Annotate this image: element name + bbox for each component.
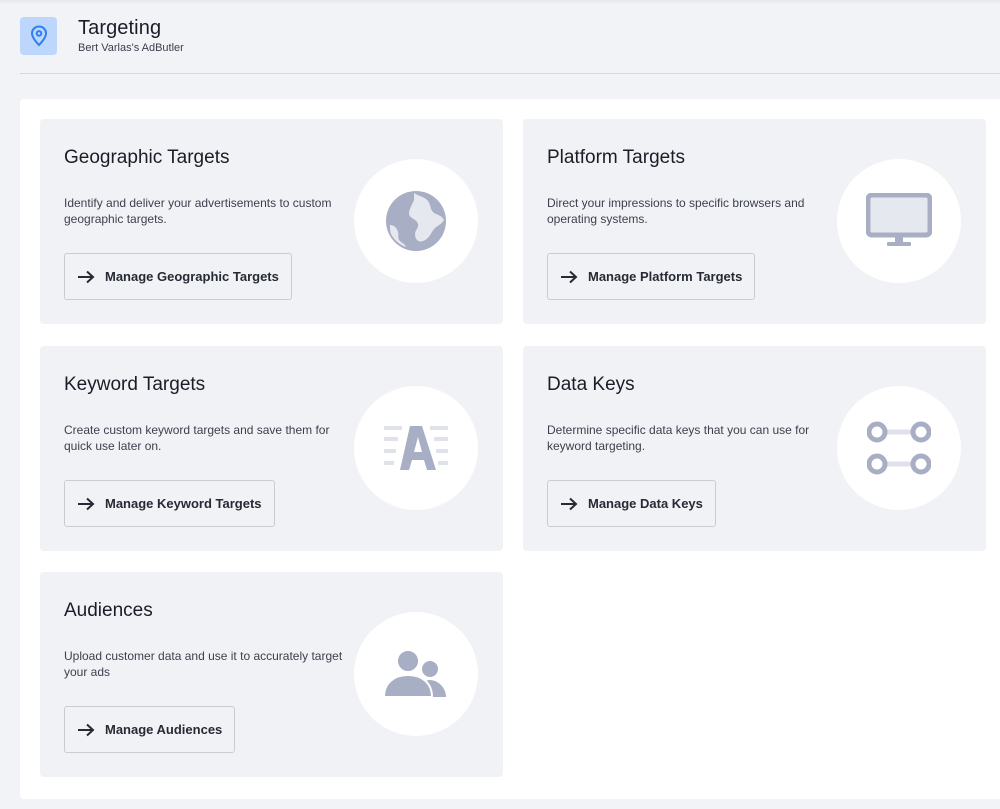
card-description: Identify and deliver your advertisements… xyxy=(64,196,332,226)
page-title: Targeting xyxy=(78,17,162,39)
manage-geographic-targets-button[interactable]: Manage Geographic Targets xyxy=(64,253,292,300)
card-geographic-targets: Geographic Targets Identify and deliver … xyxy=(40,119,503,324)
arrow-right-icon xyxy=(560,270,578,284)
page-header: Targeting Bert Varlas's AdButler xyxy=(20,16,1000,74)
account-name: Bert Varlas's AdButler xyxy=(78,42,184,54)
manage-data-keys-button[interactable]: Manage Data Keys xyxy=(547,480,716,527)
card-description: Direct your impressions to specific brow… xyxy=(547,196,805,226)
card-title: Keyword Targets xyxy=(64,374,206,395)
card-title: Audiences xyxy=(64,600,153,621)
card-title: Platform Targets xyxy=(547,147,685,168)
card-description: Create custom keyword targets and save t… xyxy=(64,423,330,453)
button-label: Manage Geographic Targets xyxy=(105,269,279,284)
keyword-letter-icon xyxy=(354,386,478,510)
card-title: Data Keys xyxy=(547,374,635,395)
manage-platform-targets-button[interactable]: Manage Platform Targets xyxy=(547,253,756,300)
arrow-right-icon xyxy=(77,497,95,511)
targeting-panel: Geographic Targets Identify and deliver … xyxy=(20,99,1000,799)
card-platform-targets: Platform Targets Direct your impressions… xyxy=(523,119,986,324)
card-data-keys: Data Keys Determine specific data keys t… xyxy=(523,346,986,551)
top-shadow xyxy=(0,0,1000,4)
card-description: Upload customer data and use it to accur… xyxy=(64,649,343,679)
button-label: Manage Platform Targets xyxy=(588,269,743,284)
card-keyword-targets: Keyword Targets Create custom keyword ta… xyxy=(40,346,503,551)
manage-keyword-targets-button[interactable]: Manage Keyword Targets xyxy=(64,480,275,527)
data-keys-icon xyxy=(837,386,961,510)
card-audiences: Audiences Upload customer data and use i… xyxy=(40,572,503,777)
monitor-icon xyxy=(837,159,961,283)
manage-audiences-button[interactable]: Manage Audiences xyxy=(64,706,236,753)
card-description: Determine specific data keys that you ca… xyxy=(547,423,810,453)
arrow-right-icon xyxy=(560,497,578,511)
location-pin-icon xyxy=(20,17,57,55)
arrow-right-icon xyxy=(77,270,95,284)
button-label: Manage Audiences xyxy=(105,722,223,737)
button-label: Manage Keyword Targets xyxy=(105,496,262,511)
card-title: Geographic Targets xyxy=(64,147,230,168)
users-icon xyxy=(354,612,478,736)
globe-icon xyxy=(354,159,478,283)
arrow-right-icon xyxy=(77,723,95,737)
button-label: Manage Data Keys xyxy=(588,496,703,511)
